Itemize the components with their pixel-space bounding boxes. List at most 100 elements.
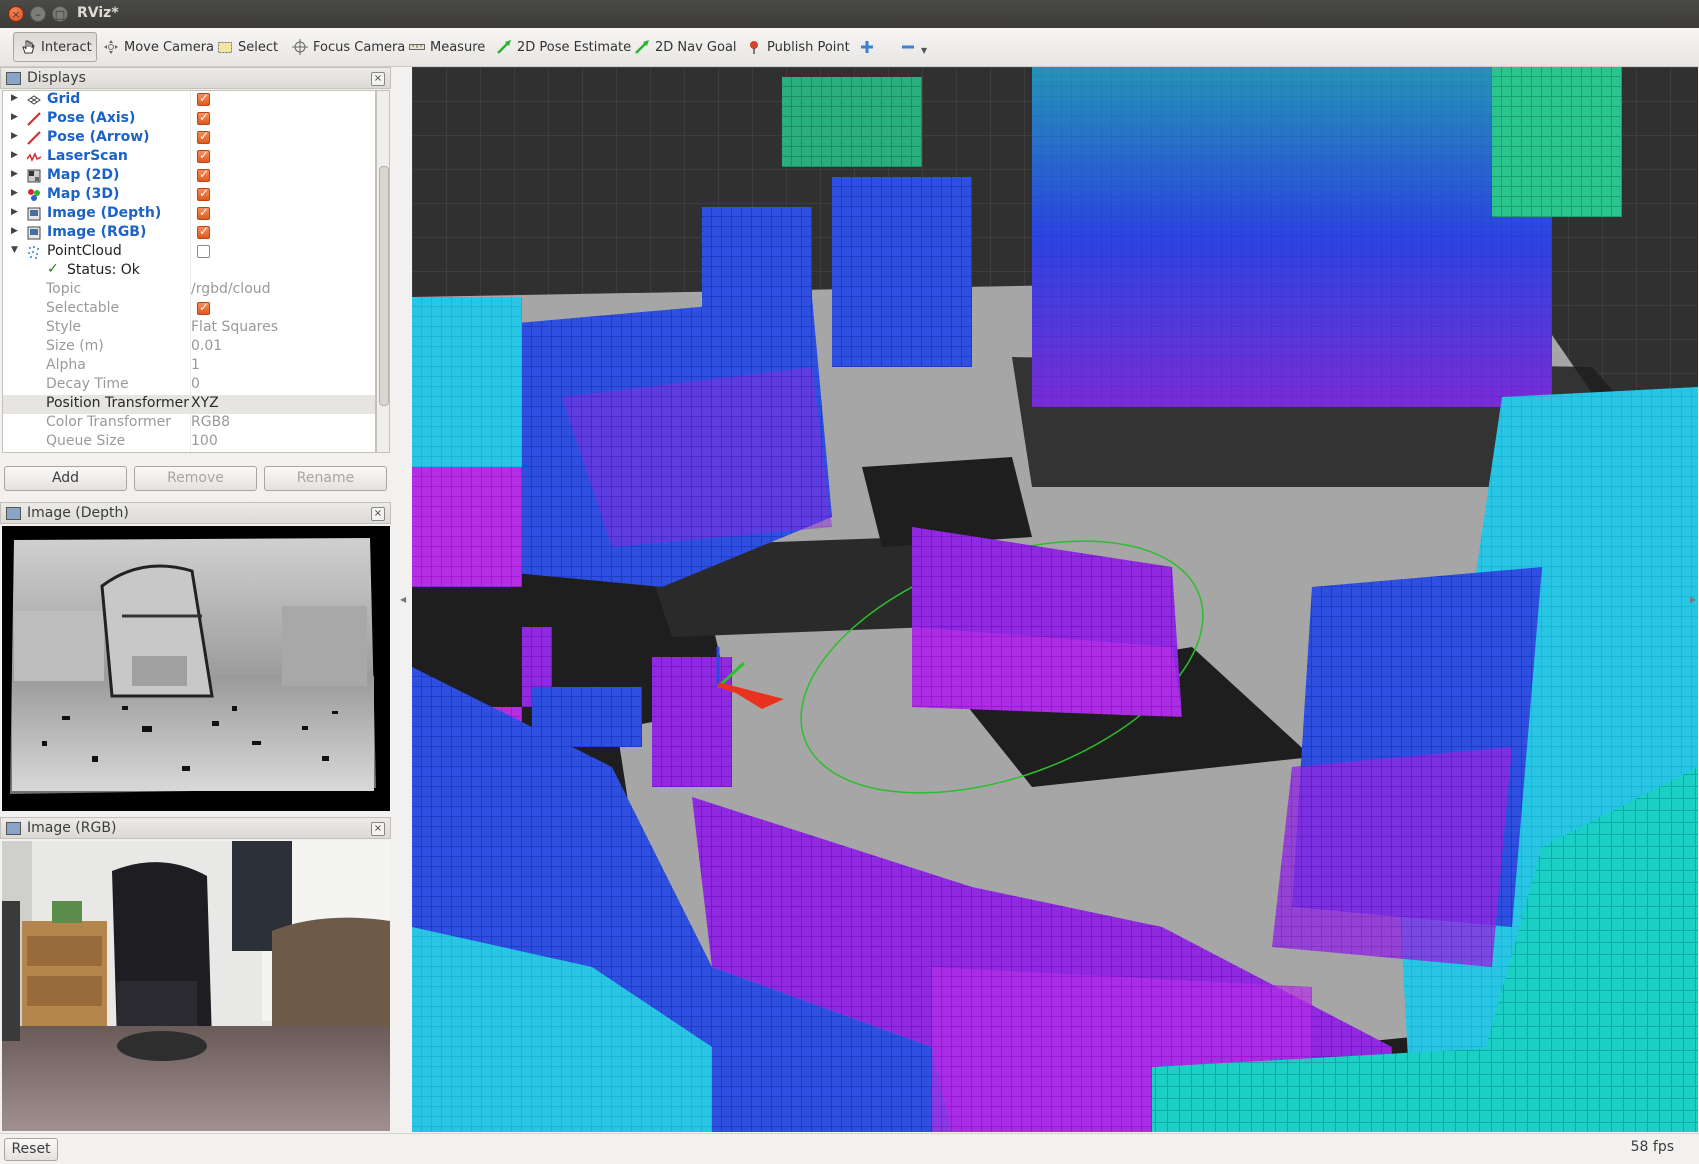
display-item-pointcloud[interactable]: ▼ PointCloud <box>3 243 375 262</box>
property-key: Style <box>46 319 82 335</box>
move-camera-icon <box>103 39 119 55</box>
minimize-window-button[interactable]: – <box>30 6 46 22</box>
monitor-icon <box>6 71 21 85</box>
property-value[interactable]: 0 <box>191 376 200 392</box>
display-item-pose-axis[interactable]: ▶ Pose (Axis) <box>3 110 375 129</box>
selectable-checkbox[interactable] <box>197 300 210 315</box>
add-display-button[interactable]: Add <box>4 466 127 491</box>
display-name: LaserScan <box>47 148 128 164</box>
property-row-alpha[interactable]: Alpha 1 <box>3 357 375 376</box>
property-value[interactable]: 0.01 <box>191 338 222 354</box>
displays-panel-header: Displays × <box>0 67 391 89</box>
pin-icon <box>746 39 762 55</box>
laserscan-icon <box>26 150 42 164</box>
property-value[interactable]: 1 <box>191 357 200 373</box>
property-row-selectable[interactable]: Selectable <box>3 300 375 319</box>
display-name: PointCloud <box>47 243 122 259</box>
enable-checkbox[interactable] <box>197 129 210 144</box>
image-rgb-panel-title: Image (RGB) <box>27 820 117 836</box>
display-item-image-depth[interactable]: ▶ Image (Depth) <box>3 205 375 224</box>
left-collapse-handle[interactable]: ◀ <box>400 595 406 604</box>
tool-move-camera[interactable]: Move Camera <box>96 32 221 62</box>
expand-arrow-icon[interactable]: ▶ <box>11 226 18 236</box>
remove-tool-button[interactable]: ▼ <box>893 32 934 62</box>
property-value[interactable]: 100 <box>191 433 218 449</box>
image-icon <box>27 207 41 221</box>
expand-arrow-icon[interactable]: ▶ <box>11 93 18 103</box>
property-value[interactable]: /rgbd/cloud <box>191 281 271 297</box>
enable-checkbox[interactable] <box>197 110 210 125</box>
close-window-button[interactable]: × <box>8 6 24 22</box>
checkmark-icon: ✓ <box>47 261 59 277</box>
reset-button[interactable]: Reset <box>4 1138 58 1161</box>
image-icon <box>27 226 41 240</box>
display-item-map-2d[interactable]: ▶ Map (2D) <box>3 167 375 186</box>
display-item-pose-arrow[interactable]: ▶ Pose (Arrow) <box>3 129 375 148</box>
close-icon[interactable]: × <box>371 72 385 86</box>
expand-arrow-icon[interactable]: ▶ <box>11 131 18 141</box>
tool-2d-pose-estimate[interactable]: 2D Pose Estimate <box>489 32 638 62</box>
display-name: Pose (Axis) <box>47 110 136 126</box>
right-collapse-handle[interactable]: ▶ <box>1690 595 1696 604</box>
expand-arrow-icon[interactable]: ▶ <box>11 169 18 179</box>
enable-checkbox[interactable] <box>197 91 210 106</box>
remove-display-button[interactable]: Remove <box>134 466 257 491</box>
close-icon[interactable]: × <box>371 822 385 836</box>
property-value[interactable]: XYZ <box>191 395 219 411</box>
image-depth-panel-title: Image (Depth) <box>27 505 129 521</box>
tool-focus-camera[interactable]: Focus Camera <box>285 32 412 62</box>
property-value[interactable]: Flat Squares <box>191 319 278 335</box>
rename-display-button[interactable]: Rename <box>264 466 387 491</box>
add-tool-button[interactable] <box>852 32 882 62</box>
scrollbar-thumb[interactable] <box>379 166 389 406</box>
display-name: Map (2D) <box>47 167 120 183</box>
expand-arrow-icon[interactable]: ▶ <box>11 188 18 198</box>
displays-scrollbar[interactable] <box>376 90 390 453</box>
3d-scene[interactable] <box>412 67 1698 1132</box>
property-row-size[interactable]: Size (m) 0.01 <box>3 338 375 357</box>
tool-label: Measure <box>430 39 486 55</box>
property-row-decay-time[interactable]: Decay Time 0 <box>3 376 375 395</box>
close-icon[interactable]: × <box>371 507 385 521</box>
arrow-icon <box>27 131 41 145</box>
enable-checkbox[interactable] <box>197 167 210 182</box>
plus-icon <box>859 39 875 55</box>
enable-checkbox[interactable] <box>197 224 210 239</box>
enable-checkbox[interactable] <box>197 186 210 201</box>
tool-measure[interactable]: Measure <box>402 32 492 62</box>
display-item-laserscan[interactable]: ▶ LaserScan <box>3 148 375 167</box>
expand-arrow-icon[interactable]: ▶ <box>11 112 18 122</box>
display-item-image-rgb[interactable]: ▶ Image (RGB) <box>3 224 375 243</box>
property-row-color-transformer[interactable]: Color Transformer RGB8 <box>3 414 375 433</box>
enable-checkbox[interactable] <box>197 245 210 258</box>
property-value[interactable]: RGB8 <box>191 414 230 430</box>
hand-icon <box>20 39 36 55</box>
expand-arrow-icon[interactable]: ▶ <box>11 150 18 160</box>
enable-checkbox[interactable] <box>197 148 210 163</box>
fps-readout: 58 fps <box>1630 1139 1674 1155</box>
rgb-image-view <box>2 841 390 1131</box>
tool-interact[interactable]: Interact <box>13 32 97 62</box>
property-row-position-transformer[interactable]: Position Transformer XYZ <box>3 395 375 414</box>
collapse-arrow-icon[interactable]: ▼ <box>11 245 18 255</box>
display-item-map-3d[interactable]: ▶ Map (3D) <box>3 186 375 205</box>
property-key: Selectable <box>46 300 120 316</box>
display-name: Map (3D) <box>47 186 120 202</box>
property-row-topic[interactable]: Topic /rgbd/cloud <box>3 281 375 300</box>
tool-2d-nav-goal[interactable]: 2D Nav Goal <box>627 32 744 62</box>
property-row-queue-size[interactable]: Queue Size 100 <box>3 433 375 452</box>
display-item-grid[interactable]: ▶ Grid <box>3 91 375 110</box>
status-row[interactable]: ✓ Status: Ok <box>3 261 375 281</box>
tool-publish-point[interactable]: Publish Point <box>739 32 857 62</box>
depth-image-view <box>2 526 390 811</box>
enable-checkbox[interactable] <box>197 205 210 220</box>
tool-label: Focus Camera <box>313 39 406 55</box>
tool-label: Select <box>238 39 279 55</box>
3d-view[interactable] <box>412 67 1698 1132</box>
expand-arrow-icon[interactable]: ▶ <box>11 207 18 217</box>
tool-select[interactable]: Select <box>210 32 285 62</box>
property-key: Size (m) <box>46 338 104 354</box>
property-row-style[interactable]: Style Flat Squares <box>3 319 375 338</box>
property-key: Color Transformer <box>46 414 172 430</box>
maximize-window-button[interactable]: □ <box>52 6 68 22</box>
